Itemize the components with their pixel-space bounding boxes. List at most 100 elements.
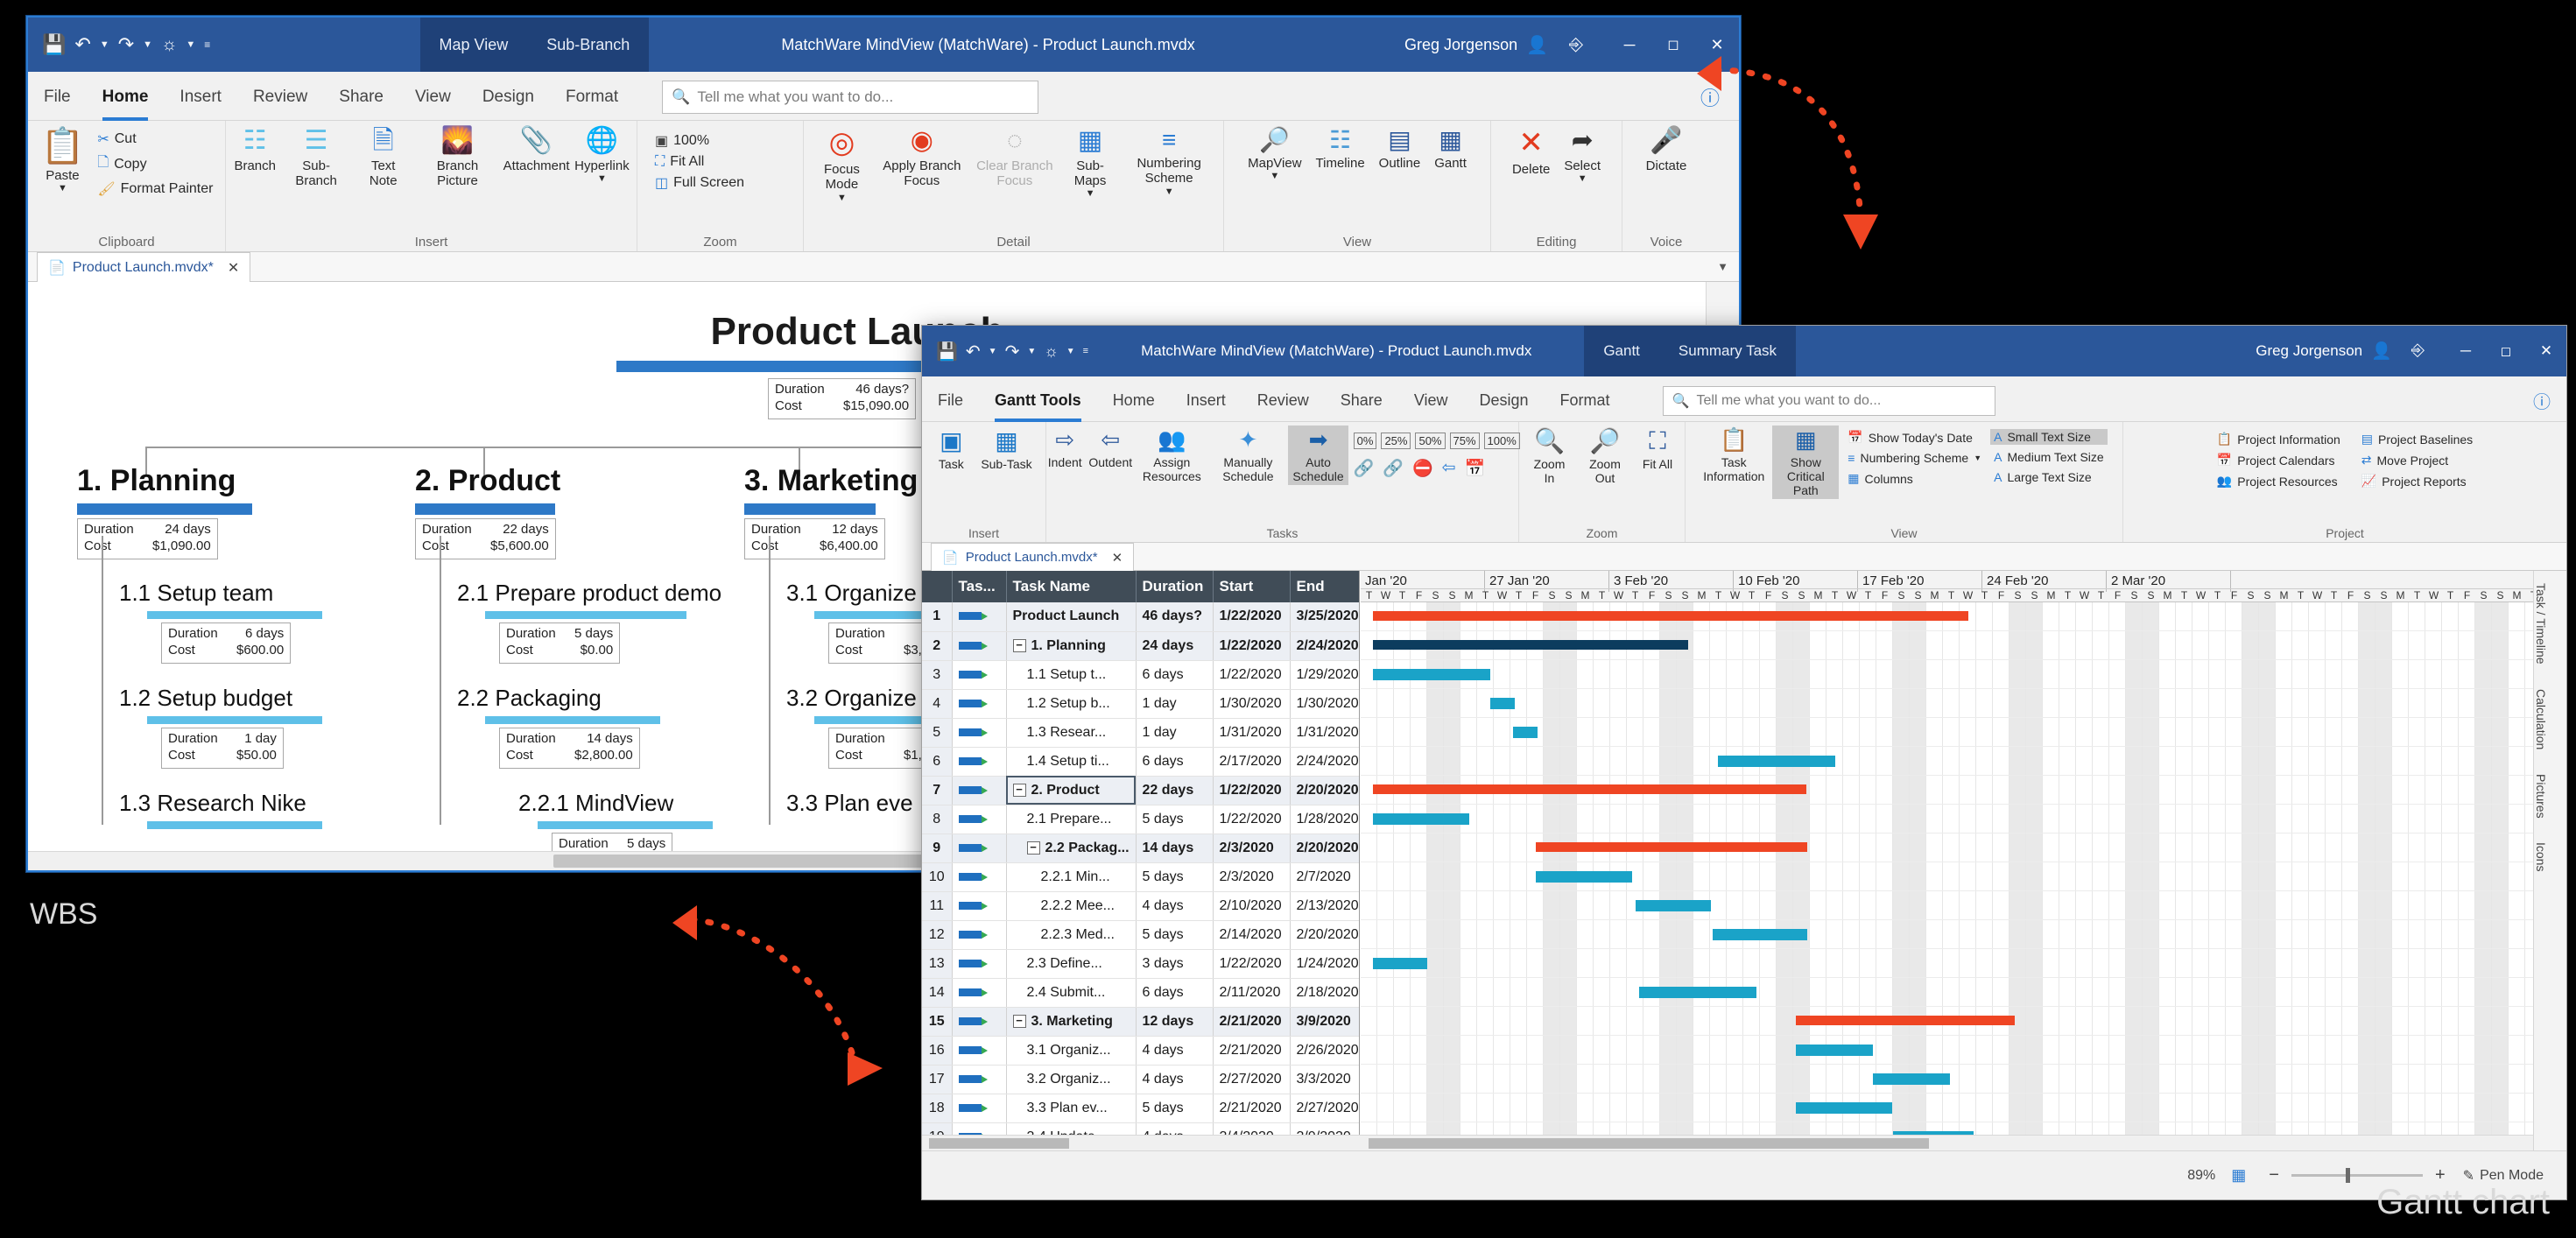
gantt-bar[interactable] bbox=[1373, 813, 1469, 825]
help-button[interactable]: ⓘ bbox=[1700, 83, 1720, 111]
paste-button[interactable]: 📋 Paste ▼ bbox=[37, 124, 89, 196]
task-start-cell[interactable]: 2/17/2020 bbox=[1213, 747, 1290, 776]
context-tab-map-view[interactable]: Map View bbox=[420, 18, 528, 72]
gantt-numbering-scheme-button[interactable]: ≡ Numbering Scheme ▼ bbox=[1844, 450, 1985, 466]
zoom-slider[interactable] bbox=[2291, 1174, 2423, 1177]
mapview-dropdown-icon[interactable]: ▼ bbox=[1270, 171, 1279, 182]
side-tab-task-timeline[interactable]: Task / Timeline bbox=[2534, 571, 2548, 677]
gantt-bar[interactable] bbox=[1718, 756, 1835, 767]
task-end-cell[interactable]: 1/31/2020 bbox=[1290, 718, 1360, 747]
dictate-button[interactable]: 🎤 Dictate bbox=[1642, 124, 1692, 175]
apply-branch-focus-button[interactable]: ◉ Apply Branch Focus bbox=[878, 124, 966, 190]
inactivate-task-icon[interactable]: ⛔ bbox=[1412, 458, 1433, 479]
task-name-cell[interactable]: 2.1 Prepare... bbox=[1006, 805, 1136, 834]
task-start-cell[interactable]: 1/31/2020 bbox=[1213, 718, 1290, 747]
copy-button[interactable]: 🗋 Copy bbox=[94, 151, 216, 177]
wbs-node-1-2[interactable]: 1.2 Setup budget Duration1 day Cost$50.0… bbox=[119, 685, 417, 769]
undo-icon[interactable]: ↶ bbox=[74, 33, 90, 56]
redo-dropdown-icon[interactable]: ▼ bbox=[143, 39, 152, 50]
tab-design[interactable]: Design bbox=[1464, 379, 1545, 421]
context-tab-gantt[interactable]: Gantt bbox=[1584, 326, 1659, 376]
gantt-window[interactable]: 💾 ↶ ▼ ↷ ▼ ☼ ▼ ≡ MatchWare MindView (Matc… bbox=[921, 325, 2567, 1200]
task-start-cell[interactable]: 1/22/2020 bbox=[1213, 602, 1290, 631]
task-end-cell[interactable]: 2/26/2020 bbox=[1290, 1036, 1360, 1065]
tab-format[interactable]: Format bbox=[1545, 379, 1626, 421]
back-user-name[interactable]: Greg Jorgenson bbox=[1404, 36, 1517, 54]
task-name-cell[interactable]: 3.2 Organiz... bbox=[1006, 1065, 1136, 1094]
gantt-side-panel[interactable]: Task / Timeline Calculation Pictures Ico… bbox=[2533, 571, 2566, 1150]
task-mode-icon[interactable] bbox=[952, 920, 1006, 949]
redo-dropdown-icon[interactable]: ▼ bbox=[1027, 347, 1036, 356]
gantt-bar[interactable] bbox=[1373, 784, 1806, 794]
gantt-bar[interactable] bbox=[1639, 987, 1756, 998]
task-start-cell[interactable]: 2/10/2020 bbox=[1213, 891, 1290, 920]
large-text-size-button[interactable]: A Large Text Size bbox=[1990, 469, 2108, 485]
gantt-button[interactable]: ▦ Gantt bbox=[1430, 124, 1471, 172]
close-icon[interactable]: ✕ bbox=[228, 259, 239, 277]
progress-buttons[interactable]: 0% 25% 50% 75% 100% bbox=[1354, 433, 1520, 449]
assign-resources-button[interactable]: 👥 Assign Resources bbox=[1136, 426, 1207, 485]
task-name-cell[interactable]: −1. Planning bbox=[1006, 631, 1136, 660]
task-information-button[interactable]: 📋 Task Information bbox=[1700, 426, 1767, 485]
gantt-bar[interactable] bbox=[1796, 1102, 1892, 1114]
undo-dropdown-icon[interactable]: ▼ bbox=[100, 39, 109, 50]
minimize-button[interactable]: ─ bbox=[2446, 342, 2486, 360]
gantt-bar[interactable] bbox=[1513, 727, 1538, 738]
task-mode-icon[interactable] bbox=[952, 631, 1006, 660]
expander-icon[interactable]: − bbox=[1013, 784, 1026, 797]
progress-0-icon[interactable]: 0% bbox=[1354, 433, 1377, 449]
task-mode-icon[interactable] bbox=[952, 805, 1006, 834]
touch-mode-icon[interactable]: ☼ bbox=[1044, 342, 1059, 361]
link-tasks-icon[interactable]: 🔗 bbox=[1354, 458, 1375, 479]
show-todays-date-button[interactable]: 📅 Show Today's Date bbox=[1844, 429, 1985, 446]
close-button[interactable]: ✕ bbox=[1695, 36, 1739, 54]
task-end-cell[interactable]: 2/24/2020 bbox=[1290, 747, 1360, 776]
sub-task-button[interactable]: ▦ Sub-Task bbox=[976, 426, 1036, 473]
progress-25-icon[interactable]: 25% bbox=[1381, 433, 1411, 449]
task-mode-icon[interactable] bbox=[952, 862, 1006, 891]
task-start-cell[interactable]: 1/22/2020 bbox=[1213, 631, 1290, 660]
outline-button[interactable]: ▤ Outline bbox=[1375, 124, 1425, 172]
task-name-cell[interactable]: 3.3 Plan ev... bbox=[1006, 1094, 1136, 1122]
undo-icon[interactable]: ↶ bbox=[966, 341, 981, 362]
task-end-cell[interactable]: 3/3/2020 bbox=[1290, 1065, 1360, 1094]
task-end-cell[interactable]: 3/25/2020 bbox=[1290, 602, 1360, 631]
task-end-cell[interactable]: 1/24/2020 bbox=[1290, 949, 1360, 978]
gantt-document-tab[interactable]: 📄 Product Launch.mvdx* ✕ bbox=[931, 543, 1134, 571]
task-mode-icon[interactable] bbox=[952, 1065, 1006, 1094]
tab-format[interactable]: Format bbox=[550, 74, 634, 120]
numbering-scheme-dropdown-icon[interactable]: ▼ bbox=[1974, 454, 1981, 462]
paste-dropdown-icon[interactable]: ▼ bbox=[58, 183, 67, 194]
task-end-cell[interactable]: 2/7/2020 bbox=[1290, 862, 1360, 891]
task-start-cell[interactable]: 2/14/2020 bbox=[1213, 920, 1290, 949]
task-duration-cell[interactable]: 5 days bbox=[1136, 920, 1213, 949]
gantt-status-bar[interactable]: 89% ▦ − + ✎ Pen Mode bbox=[922, 1150, 2566, 1199]
task-duration-cell[interactable]: 1 day bbox=[1136, 718, 1213, 747]
format-painter-button[interactable]: 🖌 Format Painter bbox=[94, 179, 216, 199]
touch-dropdown-icon[interactable]: ▼ bbox=[186, 39, 195, 50]
task-end-cell[interactable]: 2/20/2020 bbox=[1290, 920, 1360, 949]
gantt-bar[interactable] bbox=[1796, 1045, 1873, 1056]
redo-icon[interactable]: ↷ bbox=[1005, 341, 1020, 362]
table-row[interactable]: 173.2 Organiz...4 days2/27/20203/3/2020 bbox=[922, 1065, 1360, 1094]
close-icon[interactable]: ✕ bbox=[1112, 550, 1123, 566]
expander-icon[interactable]: − bbox=[1013, 1015, 1026, 1028]
indent-button[interactable]: ⇨ Indent bbox=[1045, 426, 1085, 471]
tab-file[interactable]: File bbox=[28, 74, 87, 120]
front-ribbon-tabs[interactable]: File Gantt Tools Home Insert Review Shar… bbox=[922, 376, 2566, 422]
table-row[interactable]: 61.4 Setup ti...6 days2/17/20202/24/2020 bbox=[922, 747, 1360, 776]
task-end-cell[interactable]: 1/28/2020 bbox=[1290, 805, 1360, 834]
task-start-cell[interactable]: 1/22/2020 bbox=[1213, 776, 1290, 805]
task-start-cell[interactable]: 2/3/2020 bbox=[1213, 862, 1290, 891]
back-window-controls[interactable]: ─ ◻ ✕ bbox=[1608, 36, 1739, 54]
account-avatar-icon[interactable]: 👤 bbox=[1526, 34, 1548, 56]
zoom-grid-icon[interactable]: ▦ bbox=[2231, 1166, 2246, 1185]
progress-50-icon[interactable]: 50% bbox=[1415, 433, 1445, 449]
gantt-bar[interactable] bbox=[1373, 640, 1688, 650]
qat-more-icon[interactable]: ≡ bbox=[1083, 346, 1088, 356]
tab-review[interactable]: Review bbox=[237, 74, 323, 120]
table-row[interactable]: 15−3. Marketing12 days2/21/20203/9/2020 bbox=[922, 1007, 1360, 1036]
wbs-node-1-1[interactable]: 1.1 Setup team Duration6 days Cost$600.0… bbox=[119, 580, 417, 664]
task-start-cell[interactable]: 2/27/2020 bbox=[1213, 1065, 1290, 1094]
gantt-body[interactable]: Tas... Task Name Duration Start End 1Pro… bbox=[922, 571, 2533, 1150]
